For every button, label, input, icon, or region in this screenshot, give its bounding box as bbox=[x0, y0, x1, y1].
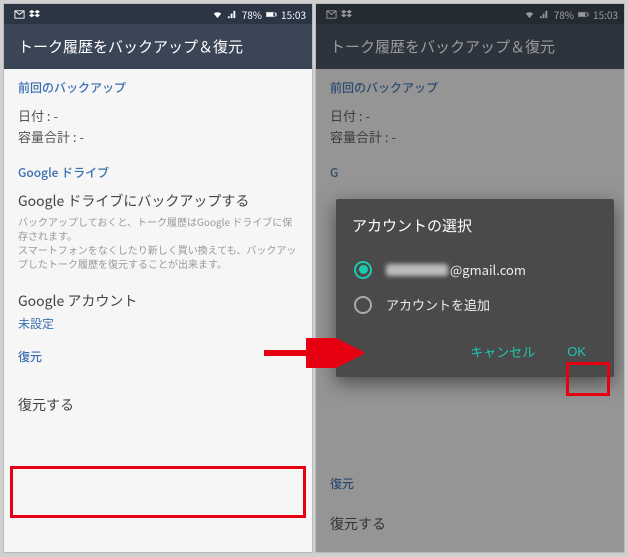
account-option-existing[interactable]: @gmail.com bbox=[352, 252, 598, 287]
highlight-restore bbox=[10, 466, 306, 518]
account-option-add[interactable]: アカウントを追加 bbox=[352, 287, 598, 322]
status-bar: 78% 15:03 bbox=[4, 4, 312, 24]
phone-right: 78% 15:03 トーク履歴をバックアップ＆復元 前回のバックアップ 日付 :… bbox=[315, 3, 625, 553]
last-backup-size: 容量合計 : - bbox=[18, 127, 298, 148]
add-account-label: アカウントを追加 bbox=[386, 295, 490, 314]
radio-unselected-icon bbox=[354, 296, 372, 314]
backup-gdrive-label: Google ドライブにバックアップする bbox=[18, 191, 298, 211]
mail-icon bbox=[14, 9, 25, 20]
signal-icon bbox=[227, 9, 238, 20]
backup-gdrive-desc2: スマートフォンをなくしたり新しく買い換えても、バックアップしたトーク履歴を復元す… bbox=[18, 243, 298, 271]
google-account-value: 未設定 bbox=[18, 315, 298, 332]
section-restore-title: 復元 bbox=[18, 348, 298, 365]
google-account-label: Google アカウント bbox=[18, 291, 298, 311]
cancel-button[interactable]: キャンセル bbox=[458, 336, 547, 367]
last-backup-date: 日付 : - bbox=[18, 106, 298, 127]
section-last-backup-title: 前回のバックアップ bbox=[18, 79, 298, 96]
battery-icon bbox=[266, 9, 277, 20]
backup-gdrive-desc1: バックアップしておくと、トーク履歴はGoogle ドライブに保存されます。 bbox=[18, 215, 298, 243]
dialog-title: アカウントの選択 bbox=[352, 215, 598, 236]
backup-gdrive-row[interactable]: Google ドライブにバックアップする バックアップしておくと、トーク履歴はG… bbox=[18, 191, 298, 271]
section-gdrive-title: Google ドライブ bbox=[18, 164, 298, 181]
restore-button[interactable]: 復元する bbox=[4, 381, 312, 429]
highlight-ok bbox=[566, 362, 610, 396]
wifi-icon bbox=[212, 9, 223, 20]
page-title: トーク履歴をバックアップ＆復元 bbox=[4, 24, 312, 69]
battery-text: 78% bbox=[242, 7, 262, 22]
account-name-redacted bbox=[386, 264, 448, 276]
account-email-suffix: @gmail.com bbox=[450, 260, 526, 279]
dropbox-icon bbox=[29, 9, 40, 20]
google-account-row[interactable]: Google アカウント 未設定 bbox=[18, 291, 298, 332]
account-select-dialog: アカウントの選択 @gmail.com アカウントを追加 キャンセル OK bbox=[336, 199, 614, 377]
phone-left: 78% 15:03 トーク履歴をバックアップ＆復元 前回のバックアップ 日付 :… bbox=[3, 3, 313, 553]
radio-selected-icon bbox=[354, 261, 372, 279]
clock-text: 15:03 bbox=[281, 7, 306, 22]
